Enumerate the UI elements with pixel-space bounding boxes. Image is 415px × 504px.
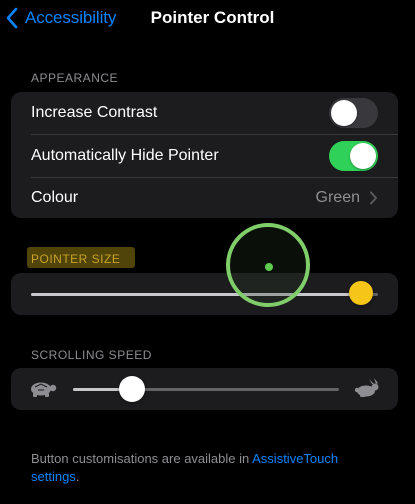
pointer-size-slider[interactable] [31, 293, 378, 296]
colour-label: Colour [31, 189, 79, 206]
scrolling-speed-slider[interactable] [73, 388, 339, 391]
colour-row[interactable]: Colour Green [11, 177, 398, 218]
appearance-group: Increase Contrast Automatically Hide Poi… [11, 92, 398, 218]
toggle-knob [350, 143, 376, 169]
scrolling-speed-slider-knob[interactable] [118, 376, 145, 402]
rabbit-icon [354, 378, 379, 397]
auto-hide-pointer-toggle[interactable] [329, 141, 378, 171]
scrolling-speed-section-header: SCROLLING SPEED [31, 348, 152, 362]
footer-text-end: . [75, 469, 80, 484]
toggle-knob [331, 100, 357, 126]
auto-hide-pointer-row: Automatically Hide Pointer [11, 135, 398, 177]
increase-contrast-label: Increase Contrast [31, 104, 158, 121]
pointer-size-group [11, 273, 398, 315]
navigation-bar: Accessibility Pointer Control [0, 0, 415, 44]
appearance-section-header: APPEARANCE [31, 71, 119, 85]
auto-hide-pointer-label: Automatically Hide Pointer [31, 147, 219, 164]
page-title: Pointer Control [150, 8, 275, 27]
pointer-control-screen: Accessibility Pointer Control APPEARANCE… [0, 0, 415, 504]
footer-text: Button customisations are available in [31, 451, 253, 466]
increase-contrast-row: Increase Contrast [11, 92, 398, 134]
pointer-center-dot [265, 263, 273, 271]
footer-note: Button customisations are available in A… [31, 450, 381, 486]
turtle-icon [31, 382, 57, 397]
pointer-size-section-header: POINTER SIZE [31, 252, 121, 266]
pointer-size-slider-fill [31, 293, 361, 296]
chevron-right-icon [370, 191, 377, 205]
colour-value: Green [315, 189, 360, 206]
scrolling-speed-group [11, 368, 398, 410]
increase-contrast-toggle[interactable] [329, 98, 378, 128]
pointer-size-slider-knob[interactable] [348, 281, 373, 305]
